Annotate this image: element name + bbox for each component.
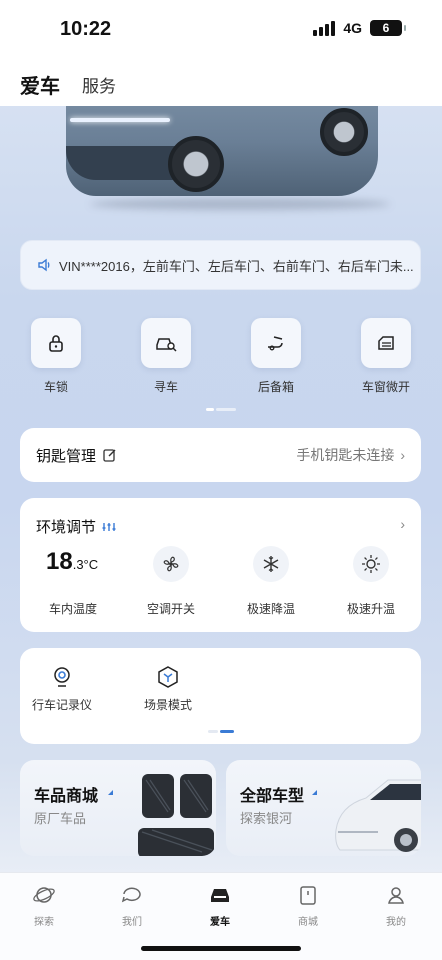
ac-toggle-label: 空调开关 xyxy=(146,602,195,616)
door-status-notice[interactable]: VIN****2016，左前车门、左后车门、右前车门、右后车门未... xyxy=(20,240,421,290)
accessory-shop-card[interactable]: 车品商城 原厂车品 xyxy=(20,760,216,856)
scene-mode-icon xyxy=(158,666,178,688)
window-vent-label: 车窗微开 xyxy=(361,380,410,394)
fast-cool-button[interactable] xyxy=(226,546,316,582)
signal-icon xyxy=(313,20,336,36)
tab-service[interactable]: 服务 xyxy=(82,72,116,97)
car-icon xyxy=(211,889,229,902)
home-indicator xyxy=(141,946,301,951)
scene-mode-button[interactable]: 场景模式 xyxy=(128,666,208,713)
fan-icon xyxy=(163,556,179,572)
ac-toggle-button[interactable] xyxy=(126,546,216,582)
tab-my-car[interactable]: 爱车 xyxy=(190,883,250,928)
cabin-temp-label: 车内温度 xyxy=(48,602,97,616)
key-management-card[interactable]: 钥匙管理 手机钥匙未连接 › xyxy=(20,428,421,482)
quick-actions: 车锁 寻车 后备箱 车窗微开 xyxy=(0,318,442,398)
corner-triangle-icon xyxy=(108,790,113,795)
notice-text: VIN****2016，左前车门、左后车门、右前车门、右后车门未... xyxy=(59,258,414,274)
dashcam-icon xyxy=(54,667,70,687)
white-car-image xyxy=(335,779,421,852)
fast-heat-label: 极速升温 xyxy=(346,602,395,616)
chevron-right-icon: › xyxy=(400,447,405,463)
window-icon xyxy=(378,336,394,350)
network-type: 4G xyxy=(343,20,362,36)
battery-icon: 6 xyxy=(370,20,406,36)
battery-level: 6 xyxy=(382,21,390,35)
lock-label: 车锁 xyxy=(43,380,68,394)
all-models-card[interactable]: 全部车型 探索银河 xyxy=(226,760,421,856)
tab-my-car-label: 爱车 xyxy=(210,917,230,928)
dashcam-button[interactable]: 行车记录仪 xyxy=(22,666,102,713)
edit-icon xyxy=(103,449,116,462)
temp-decimal: .3 xyxy=(72,557,84,572)
window-vent-button[interactable]: 车窗微开 xyxy=(346,318,426,395)
sun-icon xyxy=(362,555,380,573)
floor-mat-image xyxy=(138,774,214,856)
cabin-temperature: 18 .3 °C xyxy=(46,548,98,576)
status-indicators: 4G 6 xyxy=(313,20,406,36)
tools-pager xyxy=(208,730,234,733)
phone-key-status: 手机钥匙未连接 xyxy=(296,447,395,463)
trunk-label: 后备箱 xyxy=(257,380,294,394)
fast-heat-button[interactable] xyxy=(326,546,416,582)
chat-icon xyxy=(121,887,141,903)
tab-explore-label: 探索 xyxy=(34,917,54,928)
climate-header[interactable]: 环境调节 xyxy=(36,516,116,537)
planet-icon xyxy=(33,887,55,903)
status-bar: 10:22 4G 6 xyxy=(0,0,442,62)
profile-icon xyxy=(388,887,404,904)
tab-community-label: 我们 xyxy=(122,917,142,928)
fast-cool-label: 极速降温 xyxy=(246,602,295,616)
key-management-title: 钥匙管理 xyxy=(36,447,97,465)
find-car-label: 寻车 xyxy=(153,380,178,394)
page: 10:22 4G 6 爱车 服务 VIN****2016，左前车门、左后车门、右… xyxy=(0,0,442,960)
quick-actions-pager xyxy=(206,408,236,411)
find-car-icon xyxy=(156,338,177,352)
trunk-icon xyxy=(268,336,283,351)
all-models-subtitle: 探索银河 xyxy=(240,811,293,826)
status-time: 10:22 xyxy=(60,18,112,40)
snowflake-icon xyxy=(263,556,279,572)
tab-profile[interactable]: 我的 xyxy=(366,883,426,928)
climate-title: 环境调节 xyxy=(36,519,97,536)
corner-triangle-icon xyxy=(312,790,317,795)
tab-community[interactable]: 我们 xyxy=(102,883,162,928)
trunk-button[interactable]: 后备箱 xyxy=(236,318,316,395)
temp-unit: °C xyxy=(83,557,99,572)
adjust-icon xyxy=(102,522,116,531)
scene-mode-label: 场景模式 xyxy=(143,698,192,712)
shop-icon xyxy=(300,886,316,905)
dashcam-label: 行车记录仪 xyxy=(31,698,92,712)
tab-explore[interactable]: 探索 xyxy=(14,883,74,928)
temp-value: 18 xyxy=(46,548,73,575)
accessory-shop-title: 车品商城 xyxy=(34,788,99,805)
find-car-button[interactable]: 寻车 xyxy=(126,318,206,395)
climate-card: 环境调节 › 18 .3 °C 车内温度 空调开关 极速降温 极速升温 xyxy=(20,498,421,632)
accessory-shop-subtitle: 原厂车品 xyxy=(34,811,87,826)
chevron-right-icon[interactable]: › xyxy=(400,516,405,532)
tab-shop[interactable]: 商城 xyxy=(278,883,338,928)
all-models-title: 全部车型 xyxy=(240,788,305,805)
speaker-icon xyxy=(38,258,50,272)
car-hero-image[interactable] xyxy=(0,106,442,230)
top-nav: 爱车 服务 xyxy=(0,62,442,106)
tab-my-car[interactable]: 爱车 xyxy=(20,70,60,99)
tab-shop-label: 商城 xyxy=(298,917,318,928)
tools-card: 行车记录仪 场景模式 xyxy=(20,648,421,744)
tab-profile-label: 我的 xyxy=(386,917,406,928)
lock-icon xyxy=(49,335,63,352)
lock-button[interactable]: 车锁 xyxy=(16,318,96,395)
